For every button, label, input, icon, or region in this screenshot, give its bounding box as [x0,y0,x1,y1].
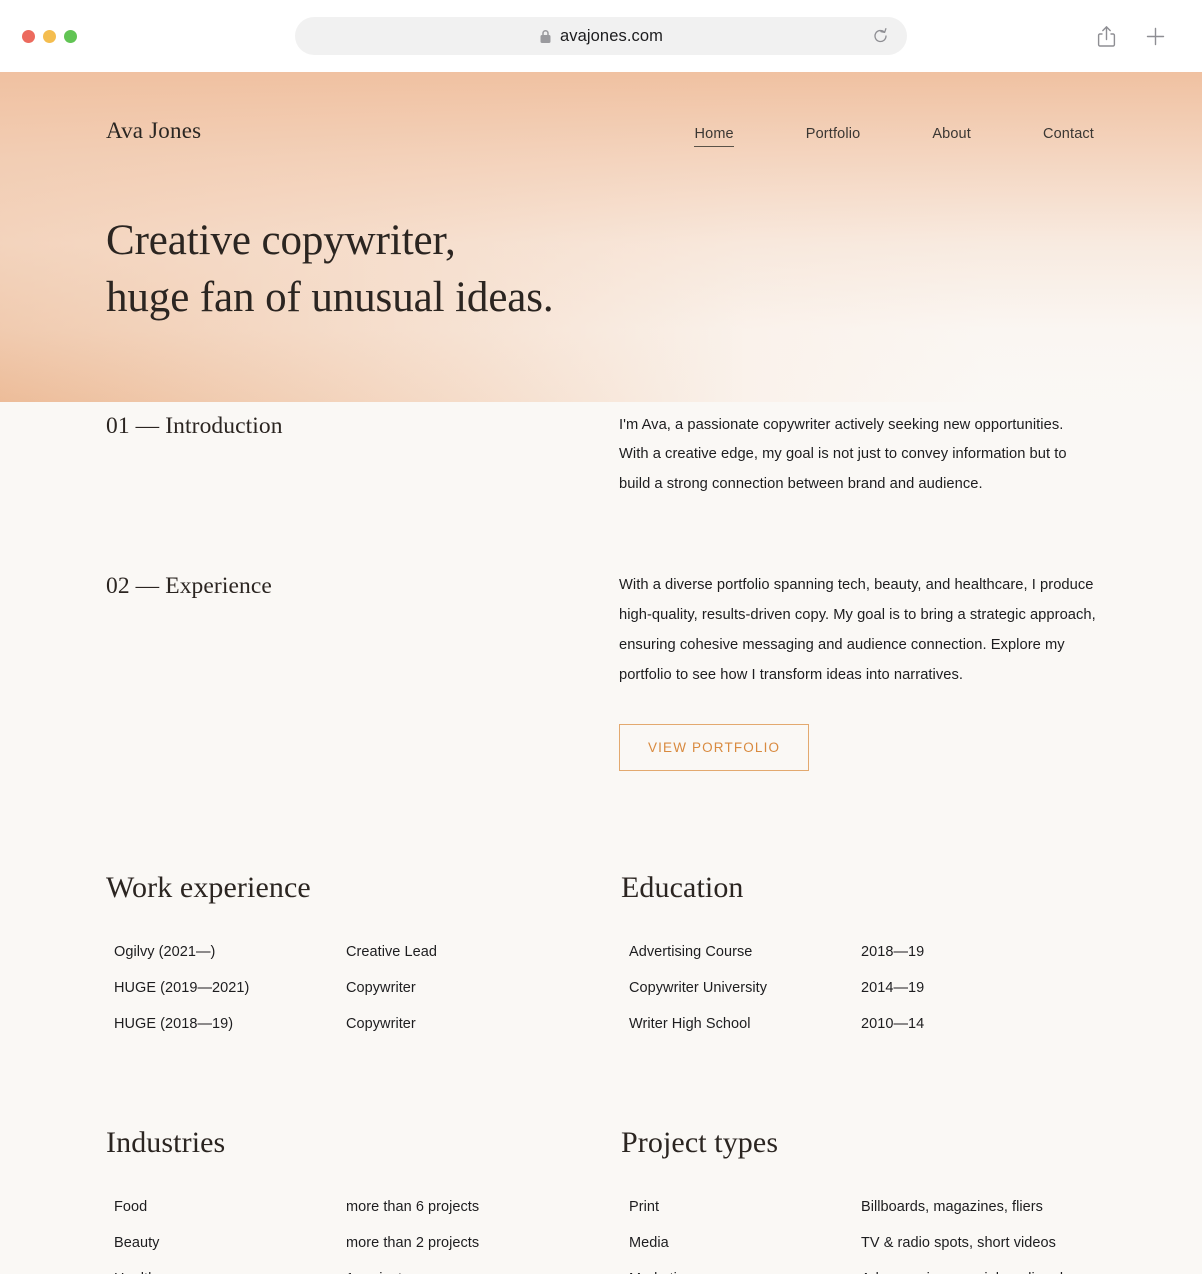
numbered-sections: 01 — Introduction I'm Ava, a passionate … [106,411,1096,771]
brand-logo[interactable]: Ava Jones [106,118,201,144]
hero-section: Creative copywriter, huge fan of unusual… [106,213,1096,327]
view-portfolio-button[interactable]: VIEW PORTFOLIO [619,724,810,771]
row-primary: Food [114,1198,148,1215]
nav-link-portfolio[interactable]: Portfolio [806,126,861,147]
row-secondary: 2010—14 [861,1015,925,1032]
table-row: Marketing Ad campaigns, social media ads [621,1261,1096,1274]
row-primary: HUGE (2018—19) [114,1015,234,1032]
info-block-education: Education Advertising Course 2018—19 Cop… [621,871,1096,1042]
row-secondary: Billboards, magazines, fliers [861,1198,1043,1215]
table-row: Beauty more than 2 projects [106,1225,621,1261]
section-label-introduction: 01 — Introduction [106,412,283,439]
lock-icon [539,29,552,44]
nav-link-about[interactable]: About [932,126,971,147]
info-block-title: Education [621,870,744,904]
url-text: avajones.com [559,26,663,45]
info-block-title: Industries [106,1125,226,1159]
window-controls [22,29,142,43]
table-row: Media TV & radio spots, short videos [621,1225,1096,1261]
nav-link-home[interactable]: Home [694,126,735,147]
row-secondary: TV & radio spots, short videos [861,1234,1056,1251]
reload-icon[interactable] [872,28,889,45]
section-body-introduction: I'm Ava, a passionate copywriter activel… [619,411,1096,501]
table-row: Writer High School 2010—14 [621,1006,1096,1042]
close-window-button[interactable] [22,29,35,43]
introduction-paragraph: I'm Ava, a passionate copywriter activel… [619,416,1067,493]
nav-link-contact[interactable]: Contact [1043,126,1094,147]
info-rows: Advertising Course 2018—19 Copywriter Un… [621,934,1096,1042]
row-secondary: more than 6 projects [346,1198,480,1215]
section-body-experience: With a diverse portfolio spanning tech, … [619,571,1096,771]
table-row: HUGE (2019—2021) Copywriter [106,970,621,1006]
section-introduction: 01 — Introduction I'm Ava, a passionate … [106,411,1096,501]
address-bar[interactable]: avajones.com [295,17,907,55]
minimize-window-button[interactable] [43,29,56,43]
zoom-window-button[interactable] [64,29,77,43]
info-rows: Ogilvy (2021—) Creative Lead HUGE (2019—… [106,934,621,1042]
row-primary: HUGE (2019—2021) [114,979,250,996]
row-primary: Beauty [114,1234,160,1251]
row-primary: Writer High School [629,1015,751,1032]
table-row: Print Billboards, magazines, fliers [621,1189,1096,1225]
webpage-viewport: Ava Jones Home Portfolio About Contact C… [0,72,1202,1274]
address-bar-container: avajones.com [295,17,907,55]
site-header: Ava Jones Home Portfolio About Contact [106,72,1096,147]
browser-toolbar: avajones.com [0,0,1202,72]
info-blocks-grid: Work experience Ogilvy (2021—) Creative … [106,871,1096,1274]
main-navigation: Home Portfolio About Contact [694,126,1096,147]
info-rows: Print Billboards, magazines, fliers Medi… [621,1189,1096,1274]
row-secondary: 2018—19 [861,943,925,960]
row-primary: Media [629,1234,669,1251]
hero-line-1: Creative copywriter, [106,217,456,264]
info-block-project-types: Project types Print Billboards, magazine… [621,1126,1096,1274]
page-title: Creative copywriter, huge fan of unusual… [106,213,1096,327]
row-primary: Print [629,1198,660,1215]
table-row: Food more than 6 projects [106,1189,621,1225]
share-icon[interactable] [1096,25,1117,48]
row-secondary: 2014—19 [861,979,925,996]
table-row: HUGE (2018—19) Copywriter [106,1006,621,1042]
row-secondary: Copywriter [346,1015,416,1032]
row-secondary: Copywriter [346,979,416,996]
row-primary: Ogilvy (2021—) [114,943,216,960]
info-block-industries: Industries Food more than 6 projects Bea… [106,1126,621,1274]
section-experience: 02 — Experience With a diverse portfolio… [106,571,1096,771]
info-block-work-experience: Work experience Ogilvy (2021—) Creative … [106,871,621,1042]
table-row: Ogilvy (2021—) Creative Lead [106,934,621,970]
table-row: Copywriter University 2014—19 [621,970,1096,1006]
experience-paragraph: With a diverse portfolio spanning tech, … [619,577,1096,684]
toolbar-actions [1096,25,1180,48]
row-secondary: Creative Lead [346,943,437,960]
table-row: Advertising Course 2018—19 [621,934,1096,970]
info-block-title: Work experience [106,870,311,904]
info-block-title: Project types [621,1125,779,1159]
new-tab-plus-icon[interactable] [1145,26,1166,47]
table-row: Healthcare 1 project [106,1261,621,1274]
section-label-experience: 02 — Experience [106,573,272,600]
row-secondary: more than 2 projects [346,1234,480,1251]
info-rows: Food more than 6 projects Beauty more th… [106,1189,621,1274]
hero-line-2: huge fan of unusual ideas. [106,273,554,321]
row-primary: Advertising Course [629,943,753,960]
row-primary: Copywriter University [629,979,768,996]
